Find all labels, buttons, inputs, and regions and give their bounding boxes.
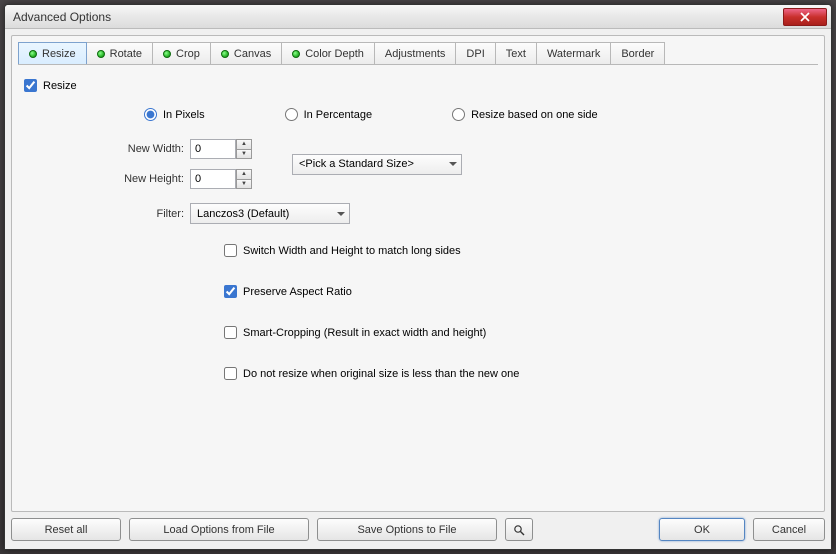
opt-noresize-checkbox[interactable]: [224, 367, 237, 380]
save-options-button[interactable]: Save Options to File: [317, 518, 497, 541]
height-input[interactable]: [190, 169, 236, 189]
opt-smartcrop-label: Smart-Cropping (Result in exact width an…: [243, 327, 486, 339]
mode-percentage[interactable]: In Percentage: [285, 108, 373, 121]
close-icon: [800, 12, 810, 22]
opt-swap-checkbox[interactable]: [224, 244, 237, 257]
tab-label: Resize: [42, 48, 76, 60]
tab-text[interactable]: Text: [495, 42, 537, 64]
tab-label: Watermark: [547, 48, 600, 60]
height-spinner: ▲ ▼: [236, 169, 252, 189]
opt-smartcrop-checkbox[interactable]: [224, 326, 237, 339]
cancel-button[interactable]: Cancel: [753, 518, 825, 541]
tab-canvas[interactable]: Canvas: [210, 42, 282, 64]
reset-button[interactable]: Reset all: [11, 518, 121, 541]
opt-swap-label: Switch Width and Height to match long si…: [243, 245, 461, 257]
status-dot-icon: [163, 50, 171, 58]
tab-watermark[interactable]: Watermark: [536, 42, 611, 64]
mode-oneside[interactable]: Resize based on one side: [452, 108, 598, 121]
mode-oneside-label: Resize based on one side: [471, 109, 598, 121]
tab-color-depth[interactable]: Color Depth: [281, 42, 375, 64]
tabstrip: Resize Rotate Crop Canvas Color Depth Adjustm…: [18, 42, 818, 65]
mode-oneside-radio[interactable]: [452, 108, 465, 121]
tab-label: Rotate: [110, 48, 142, 60]
standard-size-dropdown[interactable]: <Pick a Standard Size>: [292, 154, 462, 175]
tab-label: DPI: [466, 48, 484, 60]
status-dot-icon: [97, 50, 105, 58]
filter-value: Lanczos3 (Default): [197, 208, 289, 220]
mode-pixels-radio[interactable]: [144, 108, 157, 121]
width-input[interactable]: [190, 139, 236, 159]
filter-label: Filter:: [104, 208, 184, 220]
tab-dpi[interactable]: DPI: [455, 42, 495, 64]
height-label: New Height:: [104, 173, 184, 185]
tab-rotate[interactable]: Rotate: [86, 42, 153, 64]
chevron-down-icon: [449, 162, 457, 166]
opt-aspect-label: Preserve Aspect Ratio: [243, 286, 352, 298]
preview-button[interactable]: [505, 518, 533, 541]
main-panel: Resize Rotate Crop Canvas Color Depth Adjustm…: [11, 35, 825, 512]
mode-pixels[interactable]: In Pixels: [144, 108, 205, 121]
mode-percentage-radio[interactable]: [285, 108, 298, 121]
tab-crop[interactable]: Crop: [152, 42, 211, 64]
tab-border[interactable]: Border: [610, 42, 665, 64]
width-spinner: ▲ ▼: [236, 139, 252, 159]
height-spin-down[interactable]: ▼: [236, 180, 252, 190]
opt-noresize[interactable]: Do not resize when original size is less…: [224, 367, 812, 380]
filter-dropdown[interactable]: Lanczos3 (Default): [190, 203, 350, 224]
magnifier-icon: [513, 524, 525, 536]
resize-enable-label: Resize: [43, 80, 77, 92]
tab-label: Adjustments: [385, 48, 446, 60]
dialog-window: Advanced Options Resize Rotate Crop Canvas C…: [4, 4, 832, 550]
opt-smartcrop[interactable]: Smart-Cropping (Result in exact width an…: [224, 326, 812, 339]
status-dot-icon: [292, 50, 300, 58]
resize-mode-row: In Pixels In Percentage Resize based on …: [144, 108, 812, 121]
resize-enable-checkbox[interactable]: [24, 79, 37, 92]
width-spin-down[interactable]: ▼: [236, 150, 252, 160]
chevron-down-icon: [337, 212, 345, 216]
opt-noresize-label: Do not resize when original size is less…: [243, 368, 519, 380]
load-options-button[interactable]: Load Options from File: [129, 518, 309, 541]
tab-body-resize: Resize In Pixels In Percentage Resize ba…: [18, 65, 818, 505]
tab-label: Color Depth: [305, 48, 364, 60]
status-dot-icon: [221, 50, 229, 58]
mode-pixels-label: In Pixels: [163, 109, 205, 121]
width-spin-up[interactable]: ▲: [236, 139, 252, 150]
width-label: New Width:: [104, 143, 184, 155]
height-spin-up[interactable]: ▲: [236, 169, 252, 180]
tab-label: Canvas: [234, 48, 271, 60]
tab-label: Border: [621, 48, 654, 60]
opt-swap[interactable]: Switch Width and Height to match long si…: [224, 244, 812, 257]
opt-aspect[interactable]: Preserve Aspect Ratio: [224, 285, 812, 298]
opt-aspect-checkbox[interactable]: [224, 285, 237, 298]
filter-row: Filter: Lanczos3 (Default): [104, 203, 812, 224]
tab-adjustments[interactable]: Adjustments: [374, 42, 457, 64]
ok-button[interactable]: OK: [659, 518, 745, 541]
titlebar: Advanced Options: [5, 5, 831, 29]
resize-enable-row: Resize: [24, 79, 812, 92]
standard-size-value: <Pick a Standard Size>: [299, 158, 414, 170]
tab-label: Crop: [176, 48, 200, 60]
content-area: Resize Rotate Crop Canvas Color Depth Adjustm…: [5, 29, 831, 549]
button-bar: Reset all Load Options from File Save Op…: [11, 512, 825, 543]
mode-percentage-label: In Percentage: [304, 109, 373, 121]
window-title: Advanced Options: [13, 10, 783, 24]
status-dot-icon: [29, 50, 37, 58]
close-button[interactable]: [783, 8, 827, 26]
resize-options: Switch Width and Height to match long si…: [224, 244, 812, 396]
tab-label: Text: [506, 48, 526, 60]
dimension-grid: New Width: ▲ ▼ <Pick a Standard Size> Ne…: [104, 139, 812, 189]
tab-resize[interactable]: Resize: [18, 42, 87, 64]
